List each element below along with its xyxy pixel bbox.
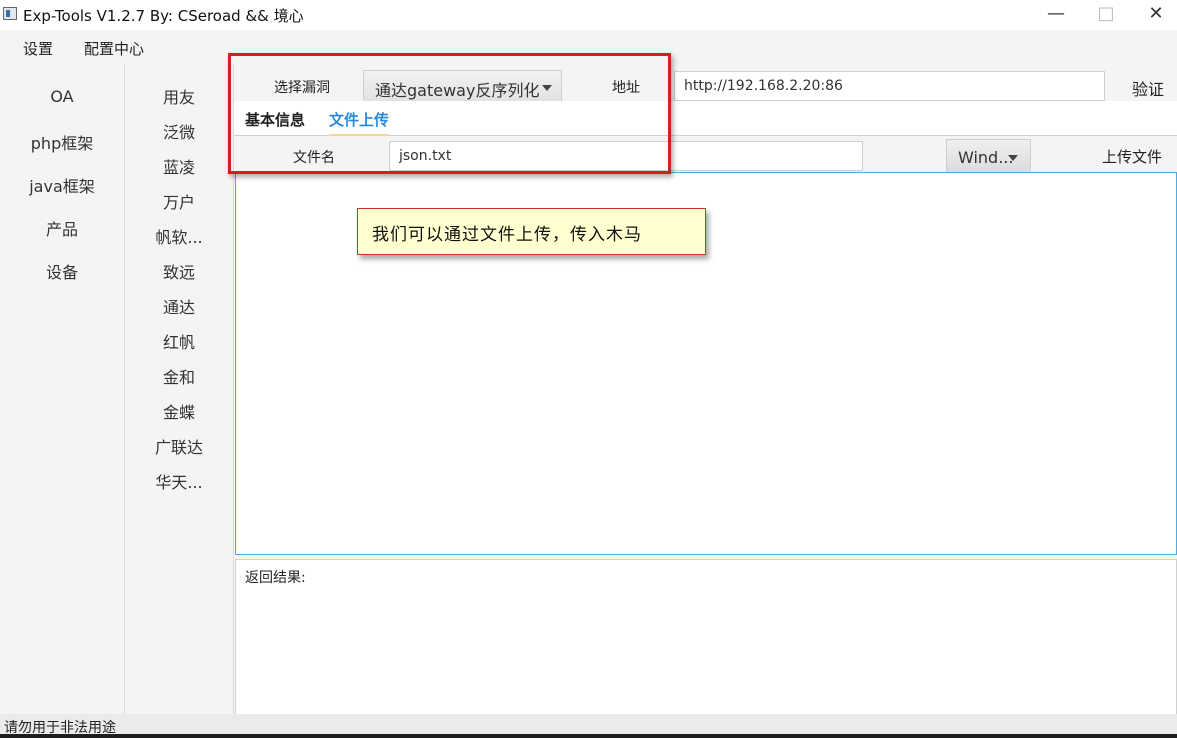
vendor-item[interactable]: 广联达 [125,434,233,458]
os-select-value: Wind... [958,148,1014,167]
upload-file-button[interactable]: 上传文件 [1102,146,1162,167]
category-sidebar: OA php框架 java框架 产品 设备 [0,64,125,714]
vuln-select-label: 选择漏洞 [274,80,330,96]
maximize-button[interactable]: □ [1081,0,1131,30]
vendor-item[interactable]: 蓝凌 [125,154,233,178]
filename-label: 文件名 [293,150,335,166]
vendor-item[interactable]: 万户 [125,189,233,213]
vuln-select-value: 通达gateway反序列化 [375,81,540,100]
category-java-framework[interactable]: java框架 [0,173,124,197]
verify-button[interactable]: 验证 [1132,76,1164,100]
result-panel[interactable]: 返回结果: [235,559,1177,715]
minimize-button[interactable]: — [1031,0,1081,30]
menu-config-center[interactable]: 配置中心 [84,38,144,59]
result-label: 返回结果: [245,570,306,586]
vendor-item[interactable]: 用友 [125,84,233,108]
taskbar-edge [0,734,1177,738]
category-product[interactable]: 产品 [0,216,124,240]
vendor-item[interactable]: 致远 [125,259,233,283]
vendor-item[interactable]: 红帆 [125,329,233,353]
menu-settings[interactable]: 设置 [23,38,53,59]
menu-bar: 设置 配置中心 [0,30,1177,64]
vendor-item[interactable]: 金蝶 [125,399,233,423]
vuln-select[interactable]: 通达gateway反序列化 [363,70,562,102]
category-php-framework[interactable]: php框架 [0,130,124,154]
tab-basic-info[interactable]: 基本信息 [245,109,305,130]
window-title: Exp-Tools V1.2.7 By: CSeroad && 境心 [23,7,304,25]
category-oa[interactable]: OA [0,87,124,106]
vendor-item[interactable]: 华天... [125,469,233,493]
chevron-down-icon [542,85,552,91]
annotation-callout: 我们可以通过文件上传，传入木马 [357,208,706,255]
vendor-item[interactable]: 通达 [125,294,233,318]
os-select[interactable]: Wind... [946,139,1031,173]
address-input[interactable] [674,71,1105,101]
vendor-item[interactable]: 泛微 [125,119,233,143]
address-label: 地址 [612,80,640,96]
vendor-sidebar: 用友 泛微 蓝凌 万户 帆软... 致远 通达 红帆 金和 金蝶 广联达 华天.… [125,64,234,714]
title-bar: Exp-Tools V1.2.7 By: CSeroad && 境心 — □ ✕ [0,0,1177,30]
vendor-item[interactable]: 帆软... [125,224,233,248]
close-button[interactable]: ✕ [1131,0,1177,30]
category-device[interactable]: 设备 [0,259,124,283]
app-icon [3,7,17,20]
vendor-item[interactable]: 金和 [125,364,233,388]
filename-input[interactable] [389,141,863,171]
tab-file-upload[interactable]: 文件上传 [329,109,390,136]
chevron-down-icon [1008,155,1018,161]
tab-bar: 基本信息 文件上传 [234,101,1177,136]
